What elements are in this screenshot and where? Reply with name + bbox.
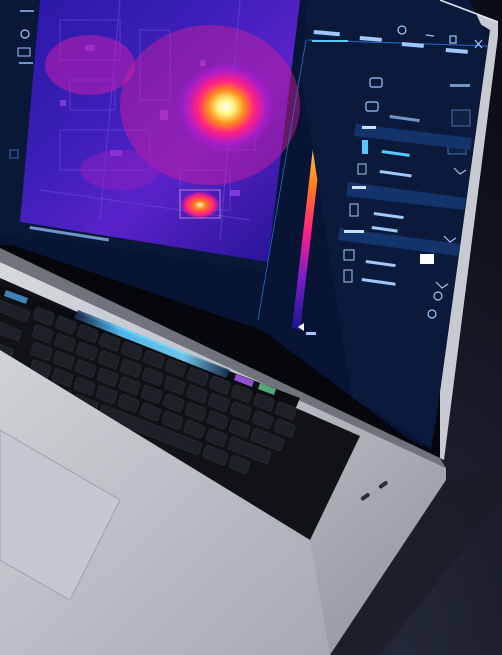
color-swatch-1[interactable]: [451, 109, 471, 127]
product-photo: [0, 0, 502, 655]
hot-spot-secondary: [180, 191, 220, 219]
hot-spot-main: [178, 63, 274, 151]
laptop-photo: [0, 0, 502, 655]
value-box[interactable]: [420, 254, 434, 264]
